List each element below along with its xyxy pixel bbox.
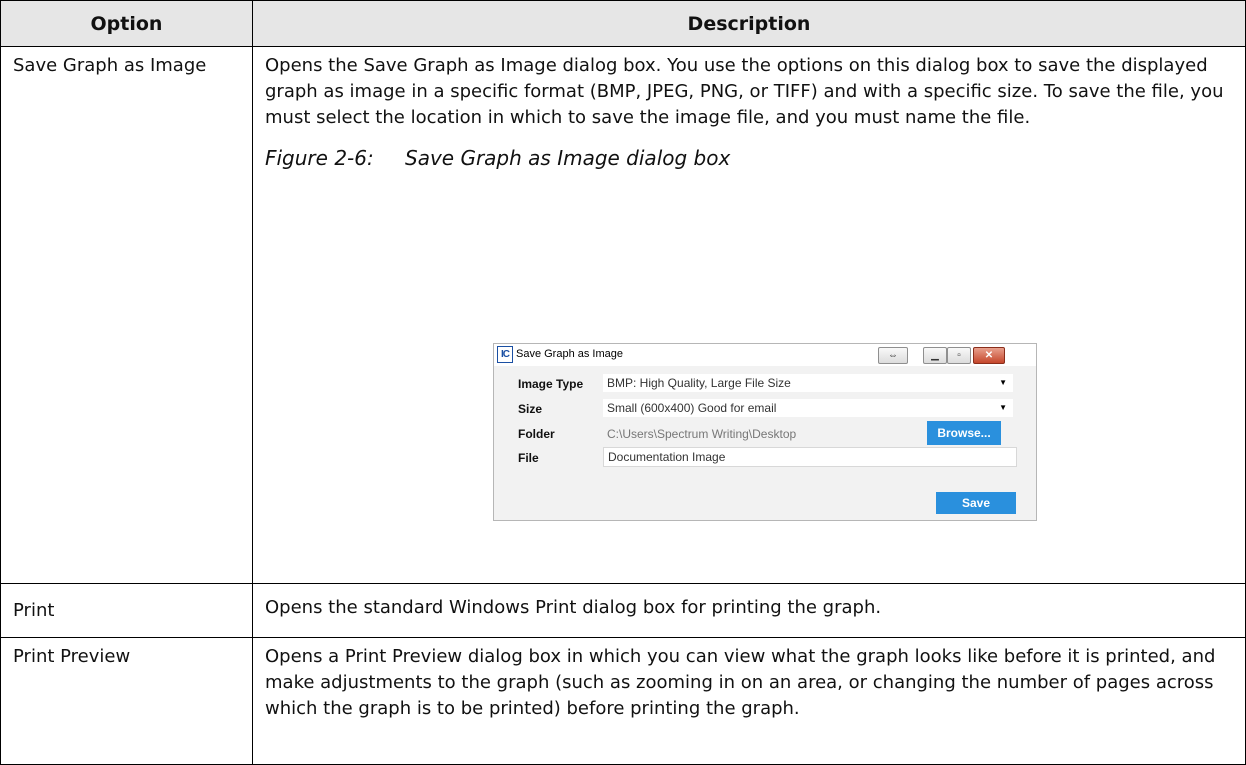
- maximize-icon[interactable]: ▫: [947, 347, 971, 364]
- description-cell: Opens a Print Preview dialog box in whic…: [252, 637, 1246, 765]
- minimize-icon[interactable]: ▁: [923, 347, 947, 364]
- size-label: Size: [518, 402, 543, 416]
- header-description: Description: [252, 0, 1246, 47]
- double-arrow-icon[interactable]: ⇔: [878, 347, 908, 364]
- save-button[interactable]: Save: [936, 492, 1016, 514]
- folder-label: Folder: [518, 427, 555, 441]
- image-type-value: BMP: High Quality, Large File Size: [607, 376, 791, 390]
- chevron-down-icon: ▼: [999, 403, 1007, 412]
- size-select[interactable]: Small (600x400) Good for email ▼: [603, 399, 1013, 417]
- header-option: Option: [0, 0, 253, 47]
- save-graph-dialog: IC Save Graph as Image ⇔ ▁ ▫ ✕ Image Typ…: [493, 343, 1037, 521]
- folder-path: C:\Users\Spectrum Writing\Desktop: [607, 427, 797, 441]
- image-type-select[interactable]: BMP: High Quality, Large File Size ▼: [603, 374, 1013, 392]
- figure-caption: Figure 2-6: Save Graph as Image dialog b…: [265, 145, 1235, 171]
- file-label: File: [518, 451, 539, 465]
- description-cell: Opens the standard Windows Print dialog …: [252, 583, 1246, 638]
- dialog-body: Image Type BMP: High Quality, Large File…: [494, 366, 1036, 520]
- image-type-label: Image Type: [518, 377, 584, 391]
- app-icon: IC: [497, 346, 513, 363]
- size-value: Small (600x400) Good for email: [607, 401, 777, 415]
- table-row: Print Opens the standard Windows Print d…: [0, 583, 1246, 638]
- close-icon[interactable]: ✕: [973, 347, 1005, 364]
- option-cell: Print Preview: [0, 637, 253, 765]
- browse-button[interactable]: Browse...: [927, 421, 1001, 445]
- option-cell: Save Graph as Image: [0, 46, 253, 584]
- chevron-down-icon: ▼: [999, 378, 1007, 387]
- table-row: Print Preview Opens a Print Preview dial…: [0, 637, 1246, 765]
- dialog-titlebar: IC Save Graph as Image ⇔ ▁ ▫ ✕: [494, 344, 1036, 366]
- option-cell: Print: [0, 583, 253, 638]
- table-header-row: Option Description: [0, 0, 1246, 47]
- figure-caption-text: Save Graph as Image dialog box: [405, 146, 731, 170]
- figure-number: Figure 2-6:: [265, 146, 374, 170]
- dialog-title: Save Graph as Image: [516, 348, 624, 360]
- file-name-input[interactable]: Documentation Image: [603, 447, 1017, 467]
- description-text: Opens the Save Graph as Image dialog box…: [265, 55, 1224, 128]
